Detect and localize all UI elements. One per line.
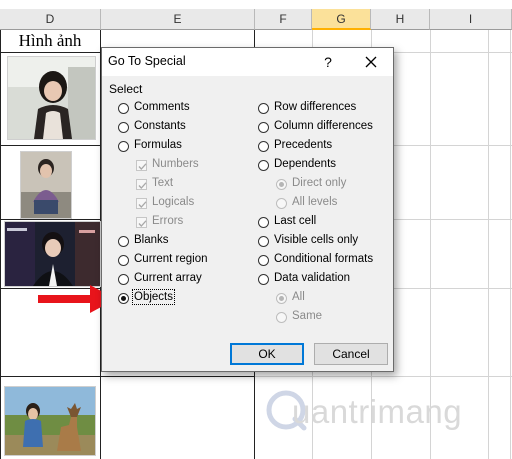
close-button[interactable]: [360, 52, 382, 72]
dialog-title: Go To Special: [108, 54, 186, 68]
checkbox-icon: [136, 217, 147, 228]
checkbox-icon: [136, 198, 147, 209]
grid-line: [510, 30, 511, 459]
option-label: Blanks: [134, 234, 169, 246]
go-to-special-dialog: Go To Special ? Select Comments Constant…: [101, 47, 394, 372]
radio-selected-icon: [118, 293, 129, 304]
option-label: Formulas: [134, 139, 182, 151]
option-label: Current array: [134, 272, 202, 284]
column-header-label: G: [336, 12, 346, 26]
column-header-label: F: [279, 12, 287, 26]
column-header-d[interactable]: D: [0, 9, 101, 30]
column-header-f[interactable]: F: [255, 9, 312, 30]
column-header-label: D: [45, 12, 55, 26]
grid-line: [255, 376, 512, 377]
radio-icon: [276, 312, 287, 323]
watermark-text: uantrimang: [292, 393, 463, 430]
photo-object-4[interactable]: [4, 386, 96, 456]
column-header-label: H: [395, 12, 405, 26]
option-label: Current region: [134, 253, 208, 265]
option-label: Dependents: [274, 158, 337, 170]
checkbox-icon: [136, 179, 147, 190]
option-label: All levels: [292, 196, 338, 208]
photo-object-1[interactable]: [7, 56, 96, 140]
option-label: Constants: [134, 120, 186, 132]
option-label: Column differences: [274, 120, 373, 132]
grid-line: [0, 30, 1, 459]
cell-title[interactable]: Hình ảnh: [0, 30, 100, 52]
help-button[interactable]: ?: [318, 52, 338, 72]
column-header-g[interactable]: G: [312, 9, 371, 30]
column-header-label: E: [173, 12, 182, 26]
radio-icon: [118, 236, 129, 247]
cancel-button[interactable]: Cancel: [314, 343, 388, 365]
radio-icon: [258, 103, 269, 114]
radio-icon: [258, 274, 269, 285]
option-label: Direct only: [292, 177, 347, 189]
column-header-e[interactable]: E: [101, 9, 255, 30]
column-header-i[interactable]: I: [430, 9, 512, 30]
radio-icon: [118, 141, 129, 152]
grid-line: [0, 376, 255, 377]
ok-button[interactable]: OK: [230, 343, 304, 365]
option-label: Precedents: [274, 139, 333, 151]
column-header-h[interactable]: H: [371, 9, 430, 30]
option-label: Comments: [134, 101, 190, 113]
option-label: Errors: [152, 215, 184, 227]
radio-icon: [258, 236, 269, 247]
option-label: Same: [292, 310, 323, 322]
option-label: Objects: [132, 289, 175, 305]
option-label: Visible cells only: [274, 234, 359, 246]
radio-icon: [258, 122, 269, 133]
option-label: Last cell: [274, 215, 317, 227]
option-label: Logicals: [152, 196, 195, 208]
radio-icon: [276, 198, 287, 209]
option-label: Data validation: [274, 272, 351, 284]
radio-icon: [258, 255, 269, 266]
option-label: Numbers: [152, 158, 199, 170]
option-label: All: [292, 291, 305, 303]
column-header-label: I: [468, 12, 473, 26]
option-label: Text: [152, 177, 174, 189]
radio-icon: [258, 141, 269, 152]
radio-icon: [258, 217, 269, 228]
radio-icon: [118, 122, 129, 133]
photo-object-3[interactable]: [4, 221, 101, 287]
option-label: Row differences: [274, 101, 357, 113]
select-group-label: Select: [109, 82, 143, 96]
checkbox-icon: [136, 160, 147, 171]
radio-icon: [118, 274, 129, 285]
close-icon: [365, 56, 377, 68]
radio-icon: [118, 103, 129, 114]
radio-selected-icon: [276, 179, 287, 190]
radio-icon: [118, 255, 129, 266]
option-label: Conditional formats: [274, 253, 374, 265]
radio-selected-icon: [276, 293, 287, 304]
dialog-titlebar[interactable]: Go To Special ?: [102, 48, 393, 76]
radio-icon: [258, 160, 269, 171]
photo-object-2[interactable]: [20, 151, 72, 219]
